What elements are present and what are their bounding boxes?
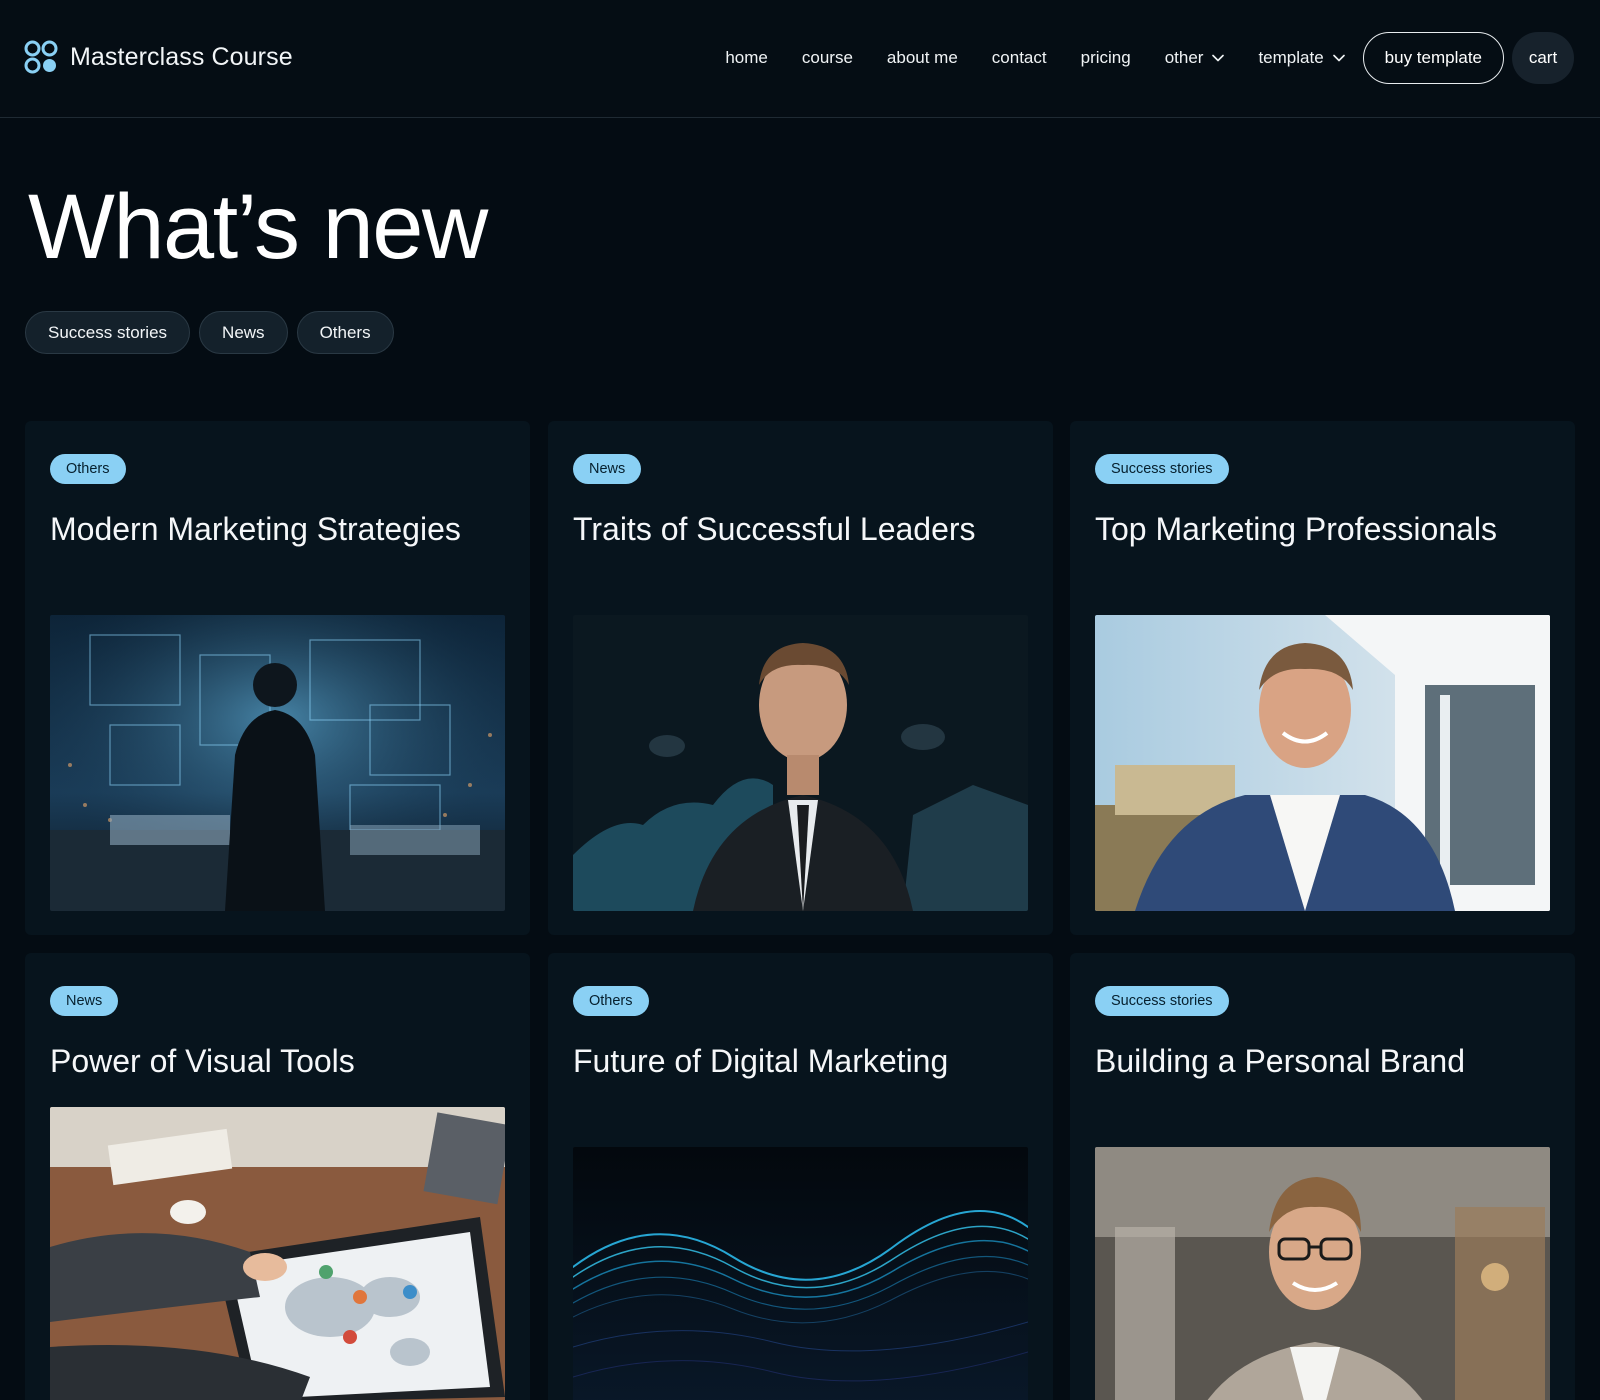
nav-about-me[interactable]: about me bbox=[887, 48, 958, 68]
article-card[interactable]: News Power of Visual Tools bbox=[25, 953, 530, 1400]
filter-news[interactable]: News bbox=[199, 311, 288, 354]
article-card[interactable]: Success stories Top Marketing Profession… bbox=[1070, 421, 1575, 935]
card-image bbox=[1095, 1147, 1550, 1400]
cart-button[interactable]: cart bbox=[1512, 32, 1574, 84]
card-title: Building a Personal Brand bbox=[1095, 1043, 1466, 1079]
nav-course[interactable]: course bbox=[802, 48, 853, 68]
article-card[interactable]: News Traits of Successful Leaders bbox=[548, 421, 1053, 935]
category-tag: Others bbox=[573, 986, 649, 1016]
card-title: Future of Digital Marketing bbox=[573, 1043, 949, 1079]
category-tag: News bbox=[573, 454, 642, 484]
nav-other-label: other bbox=[1164, 48, 1204, 67]
card-image bbox=[1095, 615, 1550, 911]
logo-icon bbox=[24, 40, 58, 74]
category-filters: Success stories News Others bbox=[25, 311, 403, 354]
card-title: Modern Marketing Strategies bbox=[50, 511, 461, 547]
nav-pricing[interactable]: pricing bbox=[1081, 48, 1131, 68]
site-header: Masterclass Course home course about me … bbox=[0, 0, 1600, 118]
category-tag: Success stories bbox=[1095, 454, 1229, 484]
card-title: Top Marketing Professionals bbox=[1095, 511, 1497, 547]
category-tag: Others bbox=[50, 454, 126, 484]
filter-success-stories[interactable]: Success stories bbox=[25, 311, 191, 354]
brand-logo[interactable]: Masterclass Course bbox=[24, 40, 293, 74]
filter-others[interactable]: Others bbox=[296, 311, 394, 354]
card-title: Power of Visual Tools bbox=[50, 1043, 355, 1079]
nav-template-dropdown[interactable]: template bbox=[1258, 48, 1345, 68]
chevron-down-icon bbox=[1212, 54, 1225, 62]
nav-other-dropdown[interactable]: other bbox=[1165, 48, 1225, 68]
nav-home[interactable]: home bbox=[725, 48, 768, 68]
article-card[interactable]: Success stories Building a Personal Bran… bbox=[1070, 953, 1575, 1400]
page-title: What’s new bbox=[28, 176, 488, 278]
article-card[interactable]: Others Future of Digital Marketing bbox=[548, 953, 1053, 1400]
page: Masterclass Course home course about me … bbox=[0, 0, 1600, 1400]
brand-name: Masterclass Course bbox=[70, 42, 293, 71]
buy-template-button[interactable]: buy template bbox=[1362, 32, 1504, 84]
category-tag: Success stories bbox=[1095, 986, 1229, 1016]
card-image bbox=[573, 1147, 1028, 1400]
chevron-down-icon bbox=[1332, 54, 1345, 62]
nav-contact[interactable]: contact bbox=[992, 48, 1047, 68]
card-image bbox=[573, 615, 1028, 911]
card-title: Traits of Successful Leaders bbox=[573, 511, 976, 547]
category-tag: News bbox=[50, 986, 119, 1016]
card-image bbox=[50, 1107, 505, 1400]
article-card[interactable]: Others Modern Marketing Strategies bbox=[25, 421, 530, 935]
card-image bbox=[50, 615, 505, 911]
nav-template-label: template bbox=[1258, 48, 1324, 67]
main-nav: home course about me contact pricing oth… bbox=[725, 32, 1574, 84]
